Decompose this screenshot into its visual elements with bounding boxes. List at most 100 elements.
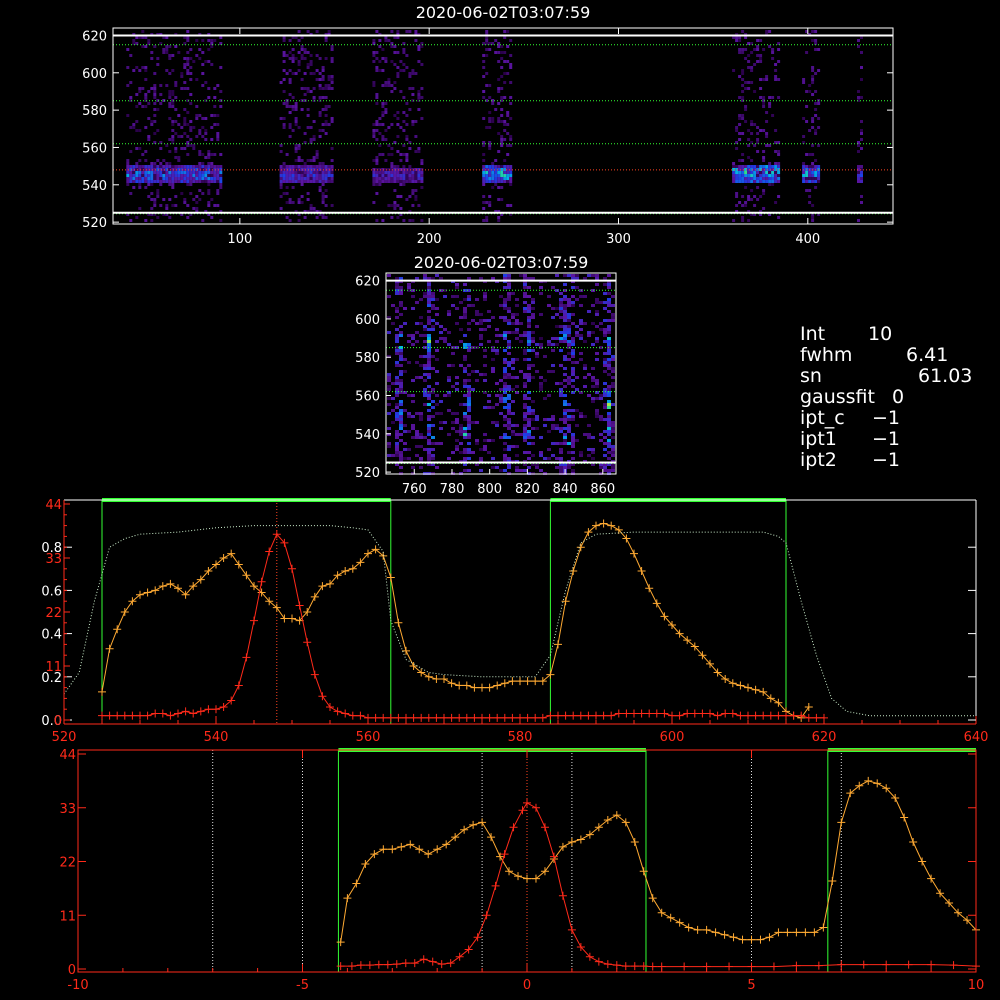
heat-cell — [321, 195, 325, 198]
heat-cell — [390, 153, 394, 156]
plus-marker — [462, 713, 471, 722]
plus-marker — [567, 925, 576, 934]
heat-cell — [747, 174, 751, 177]
heat-cell — [607, 304, 611, 307]
heat-cell — [531, 349, 535, 352]
plus-marker — [630, 549, 638, 558]
heat-cell — [555, 313, 559, 316]
heat-cell — [491, 117, 495, 120]
heat-cell — [488, 180, 492, 183]
plus-marker — [505, 867, 514, 876]
heat-cell — [431, 367, 435, 370]
heat-cell — [503, 274, 507, 277]
heat-cell — [499, 379, 503, 382]
heat-cell — [527, 322, 531, 325]
heat-cell — [511, 292, 515, 295]
heat-cell — [805, 180, 809, 183]
heat-cell — [407, 448, 411, 451]
heat-cell — [423, 379, 427, 382]
plus-marker — [607, 711, 616, 720]
y-tick-label: 520 — [355, 466, 380, 481]
heat-cell — [427, 292, 431, 295]
plus-marker — [174, 709, 182, 718]
heat-cell — [327, 180, 331, 183]
heat-cell — [777, 216, 781, 219]
heat-cell — [288, 180, 292, 183]
heat-cell — [559, 469, 563, 472]
heat-cell — [168, 180, 172, 183]
heat-cell — [500, 87, 504, 90]
heat-cell — [419, 355, 423, 358]
heat-cell — [539, 382, 543, 385]
heat-cell — [156, 174, 160, 177]
heat-cell — [135, 177, 139, 180]
heat-cell — [303, 165, 307, 168]
heat-cell — [411, 87, 415, 90]
heat-cell — [805, 177, 809, 180]
heat-cell — [587, 436, 591, 439]
heat-cell — [318, 129, 322, 132]
heat-cell — [607, 283, 611, 286]
plus-marker — [394, 618, 403, 627]
heat-cell — [387, 274, 391, 277]
heat-cell — [186, 180, 190, 183]
heat-cell — [411, 180, 415, 183]
heat-cell — [395, 277, 399, 280]
heat-cell — [497, 90, 501, 93]
heat-cell — [153, 45, 157, 48]
heat-cell — [126, 165, 130, 168]
heat-cell — [174, 45, 178, 48]
heat-cell — [297, 126, 301, 129]
heat-cell — [372, 174, 376, 177]
heat-cell — [395, 337, 399, 340]
heat-cell — [741, 96, 745, 99]
heat-cell — [168, 171, 172, 174]
heat-cell — [607, 352, 611, 355]
heat-cell — [279, 174, 283, 177]
heat-cell — [144, 219, 148, 222]
heat-cell — [507, 466, 511, 469]
heat-cell — [147, 39, 151, 42]
heat-cell — [396, 204, 400, 207]
heat-cell — [189, 180, 193, 183]
heat-cell — [497, 219, 501, 222]
plus-marker — [257, 577, 266, 586]
heat-cell — [419, 364, 423, 367]
heat-cell — [591, 343, 595, 346]
heat-cell — [587, 310, 591, 313]
heat-cell — [411, 177, 415, 180]
heat-cell — [611, 466, 615, 469]
heat-cell — [756, 165, 760, 168]
heat-cell — [500, 45, 504, 48]
heat-cell — [817, 180, 821, 183]
heat-cell — [467, 424, 471, 427]
plus-marker — [143, 711, 152, 720]
heat-cell — [777, 78, 781, 81]
heat-cell — [463, 316, 467, 319]
heat-cell — [171, 171, 175, 174]
heat-cell — [503, 30, 507, 33]
heat-cell — [156, 129, 160, 132]
heat-cell — [583, 376, 587, 379]
heat-cell — [399, 159, 403, 162]
heat-cell — [567, 325, 571, 328]
heat-cell — [753, 165, 757, 168]
heat-cell — [527, 349, 531, 352]
heat-cell — [507, 298, 511, 301]
heat-cell — [405, 156, 409, 159]
heat-cell — [860, 201, 863, 204]
heat-cell — [503, 60, 507, 63]
heat-cell — [575, 331, 579, 334]
plus-marker — [158, 582, 167, 591]
heat-cell — [563, 355, 567, 358]
heat-cell — [378, 117, 382, 120]
heat-cell — [519, 469, 523, 472]
heat-cell — [153, 180, 157, 183]
heat-cell — [523, 427, 527, 430]
heat-cell — [507, 409, 511, 412]
heat-cell — [391, 409, 395, 412]
heat-cell — [738, 75, 742, 78]
heat-cell — [732, 162, 736, 165]
heat-cell — [495, 394, 499, 397]
plus-marker — [383, 960, 392, 969]
